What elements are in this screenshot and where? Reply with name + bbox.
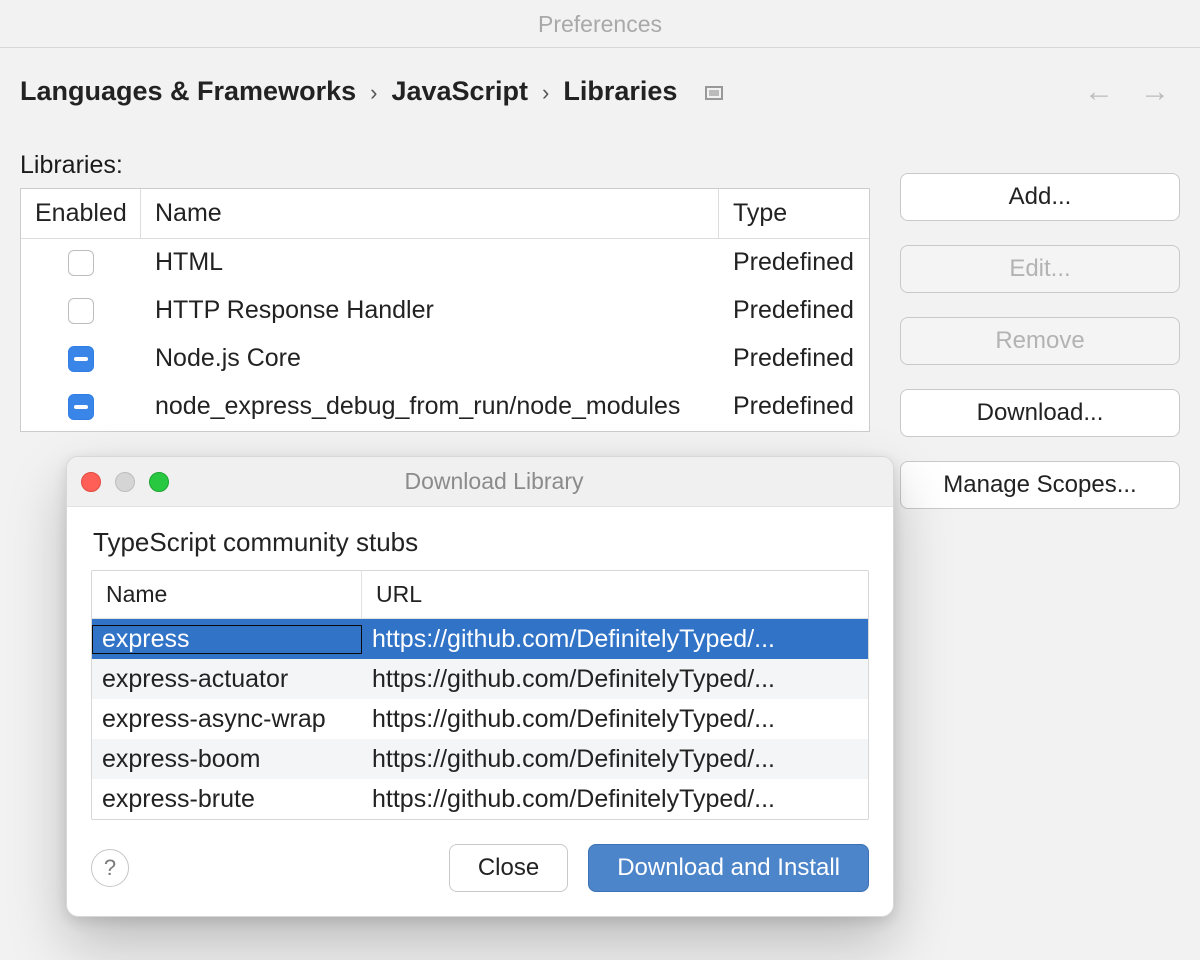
breadcrumb-item[interactable]: Languages & Frameworks <box>20 76 356 107</box>
download-button[interactable]: Download... <box>900 389 1180 437</box>
enabled-checkbox[interactable] <box>68 250 94 276</box>
list-item[interactable]: expresshttps://github.com/DefinitelyType… <box>92 619 868 659</box>
table-row[interactable]: HTTP Response HandlerPredefined <box>21 287 869 335</box>
stub-url: https://github.com/DefinitelyTyped/... <box>362 705 868 734</box>
list-item[interactable]: express-actuatorhttps://github.com/Defin… <box>92 659 868 699</box>
side-button-column: Add... Edit... Remove Download... Manage… <box>900 141 1180 509</box>
download-library-dialog: Download Library TypeScript community st… <box>66 456 894 917</box>
library-type: Predefined <box>719 242 869 283</box>
enabled-checkbox[interactable] <box>68 394 94 420</box>
dialog-title: Download Library <box>169 468 879 495</box>
stub-name: express <box>92 625 362 654</box>
chevron-right-icon: › <box>370 80 377 106</box>
list-item[interactable]: express-boomhttps://github.com/Definitel… <box>92 739 868 779</box>
stubs-table: Name URL expresshttps://github.com/Defin… <box>91 570 869 820</box>
help-button[interactable]: ? <box>91 849 129 887</box>
dialog-subtitle: TypeScript community stubs <box>93 527 869 558</box>
stub-url: https://github.com/DefinitelyTyped/... <box>362 665 868 694</box>
edit-button: Edit... <box>900 245 1180 293</box>
table-row[interactable]: node_express_debug_from_run/node_modules… <box>21 383 869 431</box>
library-name: HTML <box>141 242 719 283</box>
library-type: Predefined <box>719 290 869 331</box>
download-and-install-button[interactable]: Download and Install <box>588 844 869 892</box>
stub-url: https://github.com/DefinitelyTyped/... <box>362 745 868 774</box>
library-type: Predefined <box>719 386 869 427</box>
stub-name: express-actuator <box>92 665 362 694</box>
breadcrumb-item[interactable]: JavaScript <box>391 76 528 107</box>
column-header-stub-url[interactable]: URL <box>362 571 868 619</box>
column-header-stub-name[interactable]: Name <box>92 571 362 619</box>
stub-url: https://github.com/DefinitelyTyped/... <box>362 625 868 654</box>
list-item[interactable]: express-async-wraphttps://github.com/Def… <box>92 699 868 739</box>
library-name: Node.js Core <box>141 338 719 379</box>
zoom-icon[interactable] <box>149 472 169 492</box>
list-item[interactable]: express-brutehttps://github.com/Definite… <box>92 779 868 819</box>
manage-scopes-button[interactable]: Manage Scopes... <box>900 461 1180 509</box>
chevron-right-icon: › <box>542 80 549 106</box>
stub-name: express-boom <box>92 745 362 774</box>
window-title: Preferences <box>0 0 1200 48</box>
enabled-checkbox[interactable] <box>68 346 94 372</box>
traffic-lights <box>81 472 169 492</box>
breadcrumb: Languages & Frameworks › JavaScript › Li… <box>20 76 723 107</box>
column-header-name[interactable]: Name <box>141 189 719 239</box>
library-name: node_express_debug_from_run/node_modules <box>141 386 719 427</box>
enabled-checkbox[interactable] <box>68 298 94 324</box>
stub-url: https://github.com/DefinitelyTyped/... <box>362 785 868 814</box>
table-row[interactable]: HTMLPredefined <box>21 239 869 287</box>
stub-name: express-async-wrap <box>92 705 362 734</box>
column-header-type[interactable]: Type <box>719 189 869 239</box>
remove-button: Remove <box>900 317 1180 365</box>
show-all-icon[interactable] <box>705 86 723 100</box>
libraries-table: Enabled Name Type HTMLPredefinedHTTP Res… <box>20 188 870 432</box>
dialog-titlebar[interactable]: Download Library <box>67 457 893 507</box>
libraries-label: Libraries: <box>20 151 870 180</box>
breadcrumb-row: Languages & Frameworks › JavaScript › Li… <box>0 48 1200 121</box>
library-type: Predefined <box>719 338 869 379</box>
libraries-table-header: Enabled Name Type <box>21 189 869 239</box>
library-name: HTTP Response Handler <box>141 290 719 331</box>
close-button[interactable]: Close <box>449 844 568 892</box>
stub-name: express-brute <box>92 785 362 814</box>
table-row[interactable]: Node.js CorePredefined <box>21 335 869 383</box>
add-button[interactable]: Add... <box>900 173 1180 221</box>
close-icon[interactable] <box>81 472 101 492</box>
column-header-enabled[interactable]: Enabled <box>21 189 141 239</box>
forward-button[interactable]: → <box>1140 77 1170 107</box>
minimize-icon <box>115 472 135 492</box>
breadcrumb-item[interactable]: Libraries <box>563 76 677 107</box>
back-button[interactable]: ← <box>1084 77 1114 107</box>
